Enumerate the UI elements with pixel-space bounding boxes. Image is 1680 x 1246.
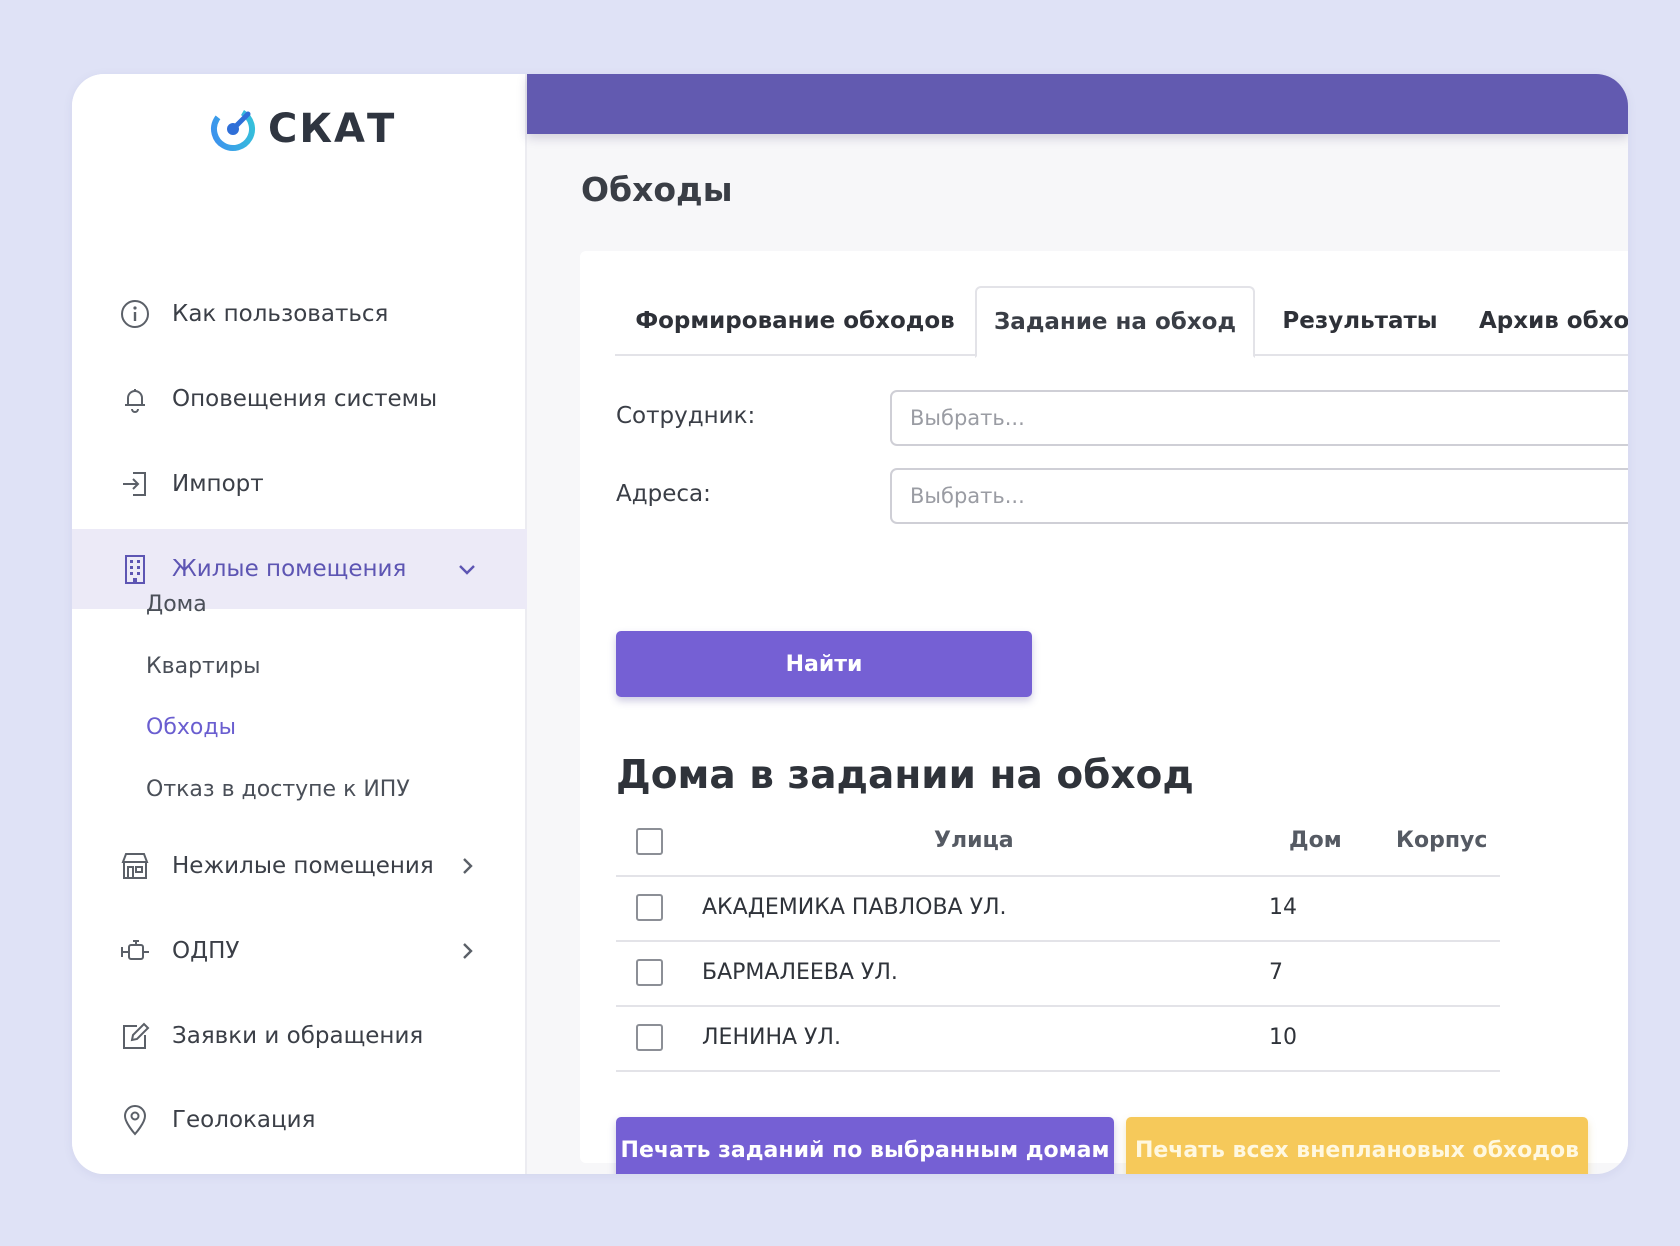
column-house: Дом xyxy=(1289,828,1342,853)
sidebar-item-label: Импорт xyxy=(172,471,264,497)
sidebar-item-label: Оповещения системы xyxy=(172,386,438,412)
edit-icon xyxy=(116,1017,154,1055)
sidebar-item-label: Геолокация xyxy=(172,1107,316,1133)
sidebar-item-label: Жилые помещения xyxy=(172,556,407,582)
cell-house: 10 xyxy=(1269,1025,1297,1050)
import-icon xyxy=(116,465,154,503)
sidebar-item-odpu[interactable]: ОДПУ xyxy=(72,911,527,991)
sidebar-item-label: ОДПУ xyxy=(172,938,240,964)
section-title: Дома в задании на обход xyxy=(616,753,1194,798)
sidebar-item-residential[interactable]: Жилые помещения xyxy=(72,529,527,609)
building-icon xyxy=(116,550,154,588)
sidebar-item-import[interactable]: Импорт xyxy=(72,444,527,524)
tab-archive[interactable]: Архив обхо, xyxy=(1465,286,1628,356)
sidebar-item-requests[interactable]: Заявки и обращения xyxy=(72,996,527,1076)
sidebar-item-help[interactable]: Как пользоваться xyxy=(72,274,527,354)
table-row: ЛЕНИНА УЛ. 10 xyxy=(616,1007,1500,1072)
sidebar-subitem-houses[interactable]: Дома xyxy=(146,592,207,617)
logo-text: СКАТ xyxy=(268,106,397,152)
cell-house: 14 xyxy=(1269,895,1297,920)
tab-assignment[interactable]: Задание на обход xyxy=(975,286,1255,358)
logo[interactable]: СКАТ xyxy=(208,104,396,154)
sidebar: СКАТ Как пользоваться Оповещения системы… xyxy=(72,74,527,1174)
print-all-unplanned-button[interactable]: Печать всех внеплановых обходов xyxy=(1126,1117,1588,1174)
chevron-right-icon xyxy=(463,943,473,959)
address-label: Адреса: xyxy=(616,481,711,507)
info-icon xyxy=(116,295,154,333)
print-selected-button[interactable]: Печать заданий по выбранным домам xyxy=(616,1117,1114,1174)
sidebar-item-label: Как пользоваться xyxy=(172,301,389,327)
sidebar-item-label: Заявки и обращения xyxy=(172,1023,424,1049)
logo-icon xyxy=(211,107,255,151)
find-button[interactable]: Найти xyxy=(616,631,1032,697)
sidebar-subitem-access-denial[interactable]: Отказ в доступе к ИПУ xyxy=(146,777,410,802)
tab-forming[interactable]: Формирование обходов xyxy=(615,286,975,356)
houses-table: Улица Дом Корпус АКАДЕМИКА ПАВЛОВА УЛ. 1… xyxy=(616,811,1500,1072)
table-row: АКАДЕМИКА ПАВЛОВА УЛ. 14 xyxy=(616,877,1500,942)
sidebar-item-nonresidential[interactable]: Нежилые помещения xyxy=(72,826,527,906)
meter-icon xyxy=(116,932,154,970)
select-all-checkbox[interactable] xyxy=(636,828,663,855)
row-checkbox[interactable] xyxy=(636,894,663,921)
chevron-right-icon xyxy=(463,858,473,874)
address-select[interactable] xyxy=(890,468,1628,524)
table-header: Улица Дом Корпус xyxy=(616,811,1500,877)
cell-street: АКАДЕМИКА ПАВЛОВА УЛ. xyxy=(702,895,1007,920)
page-title: Обходы xyxy=(581,170,733,209)
sidebar-item-notifications[interactable]: Оповещения системы xyxy=(72,359,527,439)
bell-icon xyxy=(116,380,154,418)
app-window: СКАТ Как пользоваться Оповещения системы… xyxy=(72,74,1628,1174)
sidebar-subitem-rounds[interactable]: Обходы xyxy=(146,715,236,740)
column-building: Корпус xyxy=(1396,828,1488,853)
map-pin-icon xyxy=(116,1101,154,1139)
chevron-down-icon xyxy=(459,565,475,575)
table-row: БАРМАЛЕЕВА УЛ. 7 xyxy=(616,942,1500,1007)
sidebar-item-geolocation[interactable]: Геолокация xyxy=(72,1080,527,1160)
store-icon xyxy=(116,847,154,885)
row-checkbox[interactable] xyxy=(636,1024,663,1051)
tab-bar: Формирование обходов Задание на обход Ре… xyxy=(615,286,1628,358)
sidebar-subitem-apartments[interactable]: Квартиры xyxy=(146,654,260,679)
column-street: Улица xyxy=(934,828,1014,853)
cell-street: ЛЕНИНА УЛ. xyxy=(702,1025,841,1050)
top-bar xyxy=(527,74,1628,134)
employee-select[interactable] xyxy=(890,390,1628,446)
sidebar-item-label: Нежилые помещения xyxy=(172,853,434,879)
tab-results[interactable]: Результаты xyxy=(1255,286,1465,356)
content-card: Формирование обходов Задание на обход Ре… xyxy=(580,251,1628,1174)
row-checkbox[interactable] xyxy=(636,959,663,986)
cell-house: 7 xyxy=(1269,960,1283,985)
employee-label: Сотрудник: xyxy=(616,403,756,429)
cell-street: БАРМАЛЕЕВА УЛ. xyxy=(702,960,898,985)
